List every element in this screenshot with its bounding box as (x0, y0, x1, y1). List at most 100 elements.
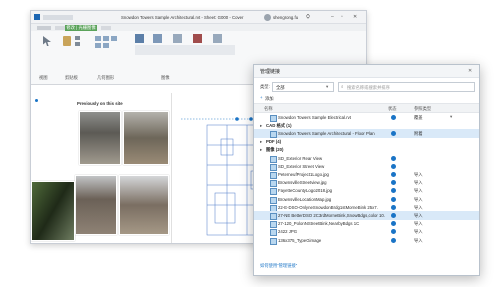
manage-links-icon[interactable] (135, 34, 144, 43)
cut-geometry-icon (103, 36, 109, 41)
file-icon (270, 237, 277, 245)
reference-type[interactable]: 覆盖 (414, 115, 423, 121)
historic-photo-1[interactable] (79, 111, 121, 165)
tab-view[interactable] (101, 25, 111, 30)
send-back-icon[interactable] (213, 34, 222, 43)
wall-join-icon (111, 36, 117, 41)
add-button[interactable]: + 添加 (260, 94, 282, 101)
status-check-icon (391, 130, 396, 136)
historic-photo-4[interactable] (119, 175, 169, 235)
reference-type[interactable]: 导入 (414, 238, 423, 244)
link-row[interactable]: 27-NE BetterDSO 2C3rdMorneBink,SnowBdgs,… (254, 211, 479, 220)
link-name: FayetteCountyLogo2018.jpg (278, 188, 332, 194)
link-name: 27-NE BetterDSO 2C3rdMorneBink,SnowBdgs,… (278, 212, 385, 218)
link-row[interactable]: FayetteCountyLogo2018.jpg 导入 (254, 187, 479, 196)
link-row[interactable]: PeterneufProject1Logo.jpg 导入 (254, 170, 479, 179)
user-name[interactable]: shengrong.fu (273, 15, 298, 20)
link-row[interactable]: SD_Exterior Rear View (254, 154, 479, 163)
reference-type[interactable]: 导入 (414, 188, 423, 194)
tree-photo[interactable] (31, 181, 75, 241)
help-link[interactable]: 如何使用“管理链接” (260, 263, 297, 268)
column-status[interactable]: 状态 (388, 106, 397, 111)
arrange-icon[interactable] (173, 34, 182, 43)
cursor-icon (43, 36, 51, 46)
paste-icon (63, 36, 71, 46)
reference-type[interactable]: 导入 (414, 205, 423, 211)
plus-icon: + (260, 95, 263, 100)
link-name: BrownsvilleStreetview.jpg (278, 180, 327, 186)
close-icon[interactable]: ✕ (353, 14, 357, 20)
reference-type[interactable]: 导入 (414, 180, 423, 186)
column-name[interactable]: 名称 (264, 106, 273, 111)
title-bar: Snowdon Towers Sample Architectural.rvt … (31, 11, 366, 24)
filter-label: 类型: (260, 84, 270, 89)
chevron-right-icon[interactable]: ▸ (260, 123, 262, 128)
link-row[interactable]: SD_Exterior Street View (254, 162, 479, 171)
chevron-right-icon[interactable]: ▸ (260, 139, 262, 144)
cart-icon[interactable]: ⛭ (306, 14, 310, 20)
group-row[interactable]: ▸ PDF (4) (254, 138, 479, 146)
add-button-label: 添加 (265, 95, 274, 101)
search-input[interactable]: ⌕ 搜索名称或搜索并排序 (338, 82, 475, 92)
link-row[interactable]: 27-120_PolonNStreetBink,NearbyBdgs 1C 导入 (254, 220, 479, 229)
sheet-page: Previously on this site (31, 93, 172, 243)
reference-type[interactable]: 导入 (414, 221, 423, 227)
link-name: 2422 JPG (278, 229, 298, 235)
link-row[interactable]: Snowdon Towers Sample Electrical.rvt 覆盖 ▾ (254, 113, 479, 122)
status-check-icon (391, 229, 396, 235)
reference-type[interactable]: 导入 (414, 229, 423, 235)
maximize-icon[interactable]: ▫ (341, 14, 343, 20)
group-row[interactable]: ▸ CAD 格式 (1) (254, 121, 479, 129)
bring-front-icon[interactable] (193, 34, 202, 43)
split-face-icon (95, 43, 101, 48)
manage-links-dialog: 管理链接 ✕ 类型: 全部 ▾ ⌕ 搜索名称或搜索并排序 + 添加 名称 状态 … (253, 64, 480, 276)
link-name: SD_Exterior Rear View (278, 155, 323, 161)
link-name: Snowdon Towers Sample Electrical.rvt (278, 114, 351, 120)
group-row[interactable]: ▸ 图像 (20) (254, 146, 479, 154)
dialog-close-icon[interactable]: ✕ (468, 68, 472, 74)
group-label: PDF (4) (266, 139, 282, 145)
column-header: 名称 状态 参照类型 (254, 103, 479, 113)
reference-type[interactable]: 导入 (414, 197, 423, 203)
group-label: CAD 格式 (1) (266, 122, 292, 128)
link-row[interactable]: BrownsvilleStreetview.jpg 导入 (254, 179, 479, 188)
chevron-down-icon: ▾ (326, 84, 329, 89)
filter-select[interactable]: 全部 ▾ (272, 82, 334, 92)
link-row[interactable]: 136x375_TypeGimage 导入 (254, 236, 479, 245)
link-row[interactable]: BrownsvilleLocationMap.jpg 导入 (254, 195, 479, 204)
search-placeholder: 搜索名称或搜索并排序 (347, 84, 390, 90)
reference-type[interactable]: 导入 (414, 172, 423, 178)
geometry-group[interactable] (93, 34, 129, 54)
plan-caption: Previously on this site (77, 101, 123, 106)
cut-icon (75, 36, 80, 40)
chevron-right-icon[interactable]: ▸ (260, 147, 262, 152)
status-check-icon (391, 188, 396, 194)
tab-file[interactable] (37, 25, 51, 30)
selection-grip-icon[interactable] (35, 99, 38, 102)
image-icon[interactable] (153, 34, 162, 43)
join-icon (95, 36, 101, 41)
user-avatar-icon[interactable] (264, 13, 271, 21)
tab-architecture[interactable] (55, 25, 65, 30)
clipboard-group[interactable] (61, 34, 89, 54)
link-row[interactable]: 22-E-DSO-OnlyneSnowdonBrdg1stMorneBink 2… (254, 203, 479, 212)
panel-label-image: 图像 (161, 75, 170, 80)
historic-photo-3[interactable] (75, 175, 117, 235)
tab-modify-raster-image[interactable]: 修改 | 光栅图像 (65, 24, 97, 31)
link-row[interactable]: 2422 JPG 导入 (254, 228, 479, 237)
reference-type[interactable]: 附着 (414, 131, 423, 137)
copy-icon (75, 42, 80, 46)
quick-access-toolbar[interactable] (43, 14, 73, 20)
status-check-icon (391, 221, 396, 227)
chevron-down-icon[interactable]: ▾ (450, 114, 452, 119)
reference-type[interactable]: 导入 (414, 213, 423, 219)
status-check-icon (391, 114, 396, 120)
column-type[interactable]: 参照类型 (414, 106, 431, 111)
window-title: Snowdon Towers Sample Architectural.rvt … (121, 14, 244, 20)
modify-tool[interactable] (37, 34, 57, 56)
link-row[interactable]: Snowdon Towers Sample Architectural - Fl… (254, 129, 479, 138)
historic-photo-2[interactable] (123, 111, 169, 165)
minimize-icon[interactable]: – (331, 14, 334, 20)
image-group[interactable] (131, 32, 241, 60)
ribbon-tabs: 修改 | 光栅图像 (31, 24, 366, 31)
